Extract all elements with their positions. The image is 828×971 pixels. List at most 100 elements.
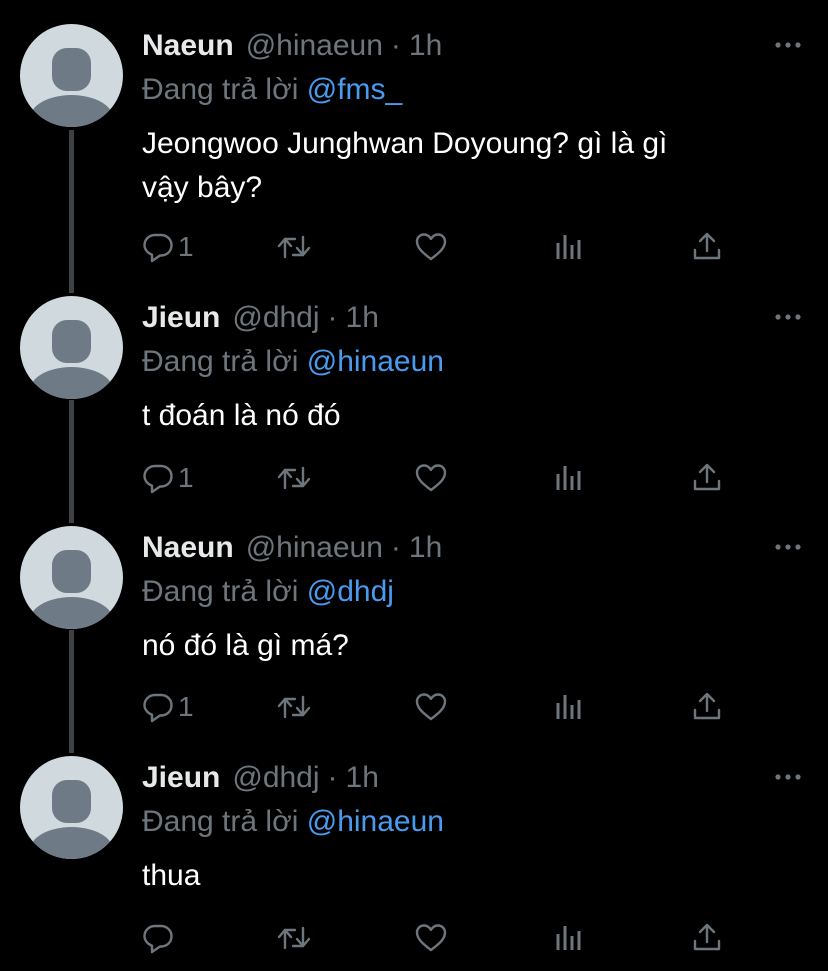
tweet-actions: 1 [142,227,742,267]
replying-to: Đang trả lời @hinaeun [142,800,808,844]
more-horizontal-icon [775,544,801,550]
share-button[interactable] [692,687,722,727]
tweet-actions [142,918,742,958]
avatar[interactable] [20,296,123,399]
share-icon [693,232,721,260]
more-button[interactable] [768,532,808,562]
avatar[interactable] [20,526,123,629]
display-name[interactable]: Naeun [142,531,234,565]
timestamp[interactable]: 1h [346,301,379,335]
mention-link[interactable]: @fms_ [307,73,402,106]
more-button[interactable] [768,762,808,792]
retweet-icon [277,926,311,950]
like-button[interactable] [414,227,448,267]
reply-count: 1 [178,462,194,493]
stats-button[interactable] [554,918,584,958]
more-button[interactable] [768,302,808,332]
replying-prefix: Đang trả lời [142,805,299,838]
like-button[interactable] [414,687,448,727]
tweet-header: Naeun @hinaeun · 1h [142,526,808,570]
stats-button[interactable] [554,458,584,498]
tweet-content: Naeun @hinaeun · 1h Đang trả lời @dhdj n… [142,526,808,668]
tweet-content: Jieun @dhdj · 1h Đang trả lời @hinaeun t… [142,296,808,438]
more-horizontal-icon [775,42,801,48]
share-button[interactable] [692,918,722,958]
avatar[interactable] [20,756,123,859]
retweet-icon [277,695,311,719]
share-button[interactable] [692,458,722,498]
tweet-text: thua [142,859,201,892]
user-handle[interactable]: @hinaeun [246,531,383,565]
retweet-button[interactable] [277,687,311,727]
tweet-header: Naeun @hinaeun · 1h [142,24,808,68]
retweet-button[interactable] [277,458,311,498]
default-profile-icon [29,320,114,399]
reply-count: 1 [178,691,194,722]
more-horizontal-icon [775,314,801,320]
tweet[interactable]: Naeun @hinaeun · 1h Đang trả lời @fms_ J… [0,24,828,274]
reply-button[interactable]: 1 [142,458,194,498]
separator: · [327,301,338,334]
heart-icon [415,233,447,261]
timestamp[interactable]: 1h [409,531,442,565]
tweet-content: Jieun @dhdj · 1h Đang trả lời @hinaeun t… [142,756,808,898]
bar-chart-icon [556,466,581,490]
more-horizontal-icon [775,774,801,780]
tweet-text: nó đó là gì má? [142,629,349,662]
reply-bubble-icon [143,464,173,494]
mention-link[interactable]: @hinaeun [307,345,444,378]
tweet-text: Jeongwoo Junghwan Doyoung? gì là gì vậy … [142,127,668,204]
bar-chart-icon [556,695,581,719]
reply-button[interactable]: 1 [142,227,194,267]
share-button[interactable] [692,227,722,267]
reply-bubble-icon [143,924,173,954]
stats-button[interactable] [554,227,584,267]
mention-link[interactable]: @hinaeun [307,805,444,838]
user-handle[interactable]: @dhdj [232,761,319,795]
heart-icon [415,464,447,492]
display-name[interactable]: Jieun [142,761,220,795]
like-button[interactable] [414,918,448,958]
share-icon [693,463,721,491]
tweet[interactable]: Naeun @hinaeun · 1h Đang trả lời @dhdj n… [0,526,828,736]
tweet-text: t đoán là nó đó [142,399,341,432]
default-profile-icon [29,550,114,629]
retweet-button[interactable] [277,918,311,958]
timestamp[interactable]: 1h [346,761,379,795]
retweet-icon [277,466,311,490]
replying-prefix: Đang trả lời [142,345,299,378]
tweet[interactable]: Jieun @dhdj · 1h Đang trả lời @hinaeun t… [0,296,828,506]
timestamp[interactable]: 1h [409,29,442,63]
default-profile-icon [29,48,114,127]
reply-button[interactable]: 1 [142,687,194,727]
tweet-header: Jieun @dhdj · 1h [142,296,808,340]
more-button[interactable] [768,30,808,60]
stats-button[interactable] [554,687,584,727]
replying-prefix: Đang trả lời [142,73,299,106]
reply-button[interactable] [142,918,178,958]
reply-bubble-icon [143,693,173,723]
retweet-button[interactable] [277,227,311,267]
bar-chart-icon [556,235,581,259]
mention-link[interactable]: @dhdj [307,575,394,608]
separator: · [390,29,401,62]
user-handle[interactable]: @dhdj [232,301,319,335]
replying-to: Đang trả lời @hinaeun [142,340,808,384]
reply-bubble-icon [143,233,173,263]
bar-chart-icon [556,926,581,950]
share-icon [693,692,721,720]
share-icon [693,923,721,951]
replying-prefix: Đang trả lời [142,575,299,608]
avatar[interactable] [20,24,123,127]
heart-icon [415,924,447,952]
like-button[interactable] [414,458,448,498]
replying-to: Đang trả lời @fms_ [142,68,808,112]
user-handle[interactable]: @hinaeun [246,29,383,63]
separator: · [327,761,338,794]
display-name[interactable]: Jieun [142,301,220,335]
tweet[interactable]: Jieun @dhdj · 1h Đang trả lời @hinaeun t… [0,756,828,966]
reply-count: 1 [178,231,194,262]
display-name[interactable]: Naeun [142,29,234,63]
retweet-icon [277,235,311,259]
tweet-header: Jieun @dhdj · 1h [142,756,808,800]
